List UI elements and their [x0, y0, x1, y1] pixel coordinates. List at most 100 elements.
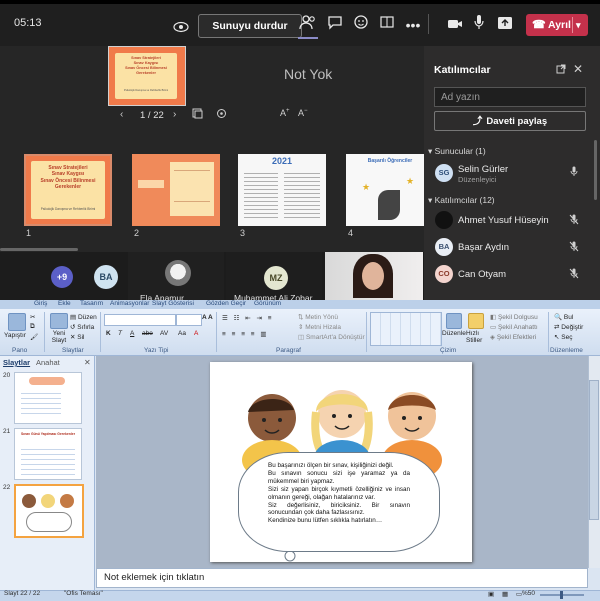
- participants-icon[interactable]: [297, 14, 319, 36]
- ribbon-tab[interactable]: Giriş: [34, 300, 47, 307]
- font-size-select[interactable]: [176, 314, 202, 326]
- copy-icon[interactable]: ⧉: [30, 323, 35, 331]
- microphone-icon[interactable]: [468, 14, 490, 36]
- grow-font-icon[interactable]: A A: [202, 314, 213, 321]
- close-pane-icon[interactable]: ✕: [84, 358, 91, 367]
- more-options-icon[interactable]: •••: [402, 14, 424, 36]
- chevron-down-icon[interactable]: ▾: [576, 14, 581, 36]
- slide-thumbnail-2[interactable]: [132, 154, 220, 226]
- italic-icon[interactable]: T: [118, 330, 122, 337]
- participant-search-input[interactable]: Ad yazın: [434, 87, 586, 107]
- bold-icon[interactable]: K: [106, 330, 111, 337]
- thumbnail-number: 2: [134, 228, 140, 238]
- slides-tab[interactable]: Slaytlar: [3, 358, 30, 367]
- new-slide-icon[interactable]: [50, 313, 68, 329]
- next-slide-icon[interactable]: ›: [173, 109, 176, 120]
- ribbon-tab[interactable]: Gözden Geçir: [206, 300, 246, 307]
- laser-pointer-icon[interactable]: [216, 108, 227, 122]
- shape-outline-button[interactable]: ▭ Şekil Anahattı: [490, 323, 538, 331]
- overflow-participants-avatar[interactable]: +9: [51, 266, 73, 288]
- font-larger-icon[interactable]: A+: [280, 108, 290, 118]
- slide-overview-icon[interactable]: [192, 108, 203, 122]
- change-case-icon[interactable]: Aa: [178, 330, 186, 337]
- share-invite-button[interactable]: ⤴ Daveti paylaş: [434, 111, 586, 131]
- slide-thumbnail-selected[interactable]: [14, 484, 84, 538]
- layout-button[interactable]: ▤ Düzen: [70, 313, 97, 321]
- ribbon-tab[interactable]: Animasyonlar: [110, 300, 149, 307]
- quick-styles-icon[interactable]: [468, 313, 484, 329]
- participant-avatar: SG: [435, 164, 453, 182]
- chat-icon[interactable]: [324, 14, 346, 36]
- slide-thumbnail-3[interactable]: 2021: [238, 154, 326, 226]
- cut-icon[interactable]: ✂: [30, 313, 35, 321]
- mic-muted-icon[interactable]: [569, 214, 579, 228]
- align-text-button[interactable]: ⇕ Metni Hizala: [298, 323, 341, 331]
- ribbon-tab[interactable]: Görünüm: [254, 300, 281, 307]
- pop-out-icon[interactable]: [556, 64, 566, 77]
- reactions-icon[interactable]: [350, 14, 372, 36]
- participant-avatar[interactable]: MZ: [264, 266, 288, 290]
- ribbon-tab[interactable]: Ekle: [58, 300, 71, 307]
- rooms-icon[interactable]: [376, 14, 398, 36]
- slide-thumbnail[interactable]: Sınav Günü Yapılması Gerekenler: [14, 428, 82, 480]
- presenters-header[interactable]: ▾ Sunucular (1): [428, 146, 486, 157]
- underline-icon[interactable]: A: [130, 330, 134, 337]
- participant-avatar: BA: [435, 238, 453, 256]
- new-slide-button[interactable]: Yeni Slayt: [46, 330, 72, 344]
- format-painter-icon[interactable]: 🖌: [30, 333, 38, 341]
- eye-icon[interactable]: [170, 17, 192, 39]
- strikethrough-icon[interactable]: abe: [142, 330, 153, 337]
- participant-role: Düzenleyici: [458, 175, 497, 184]
- shapes-gallery[interactable]: [370, 312, 442, 346]
- share-tray-icon[interactable]: [494, 14, 516, 36]
- arrange-button[interactable]: Düzenle: [442, 330, 466, 337]
- find-button[interactable]: 🔍 Bul: [554, 313, 573, 321]
- list-buttons[interactable]: ☰ ☷ ⇤ ⇥ ≡: [222, 314, 274, 322]
- camera-icon[interactable]: [444, 14, 466, 36]
- leave-meeting-button[interactable]: ☎ Ayrıl ▾: [526, 14, 588, 36]
- delete-button[interactable]: ✕ Sil: [70, 333, 85, 341]
- participant-avatar[interactable]: BA: [94, 265, 118, 289]
- thumb-bullets: [21, 389, 61, 417]
- arrange-icon[interactable]: [446, 313, 462, 329]
- font-smaller-icon[interactable]: A−: [298, 108, 308, 118]
- share-invite-label: Daveti paylaş: [486, 116, 548, 127]
- view-buttons[interactable]: ▣ ▦ ▭: [488, 590, 525, 598]
- mic-muted-icon[interactable]: [569, 268, 579, 282]
- slide-thumbnail-4[interactable]: Başarılı Öğrenciler ★ ★: [346, 154, 434, 226]
- slide-thumbnail[interactable]: [14, 372, 82, 424]
- paste-icon[interactable]: [8, 313, 26, 331]
- attendees-header[interactable]: ▾ Katılımcılar (12): [428, 195, 495, 206]
- font-color-icon[interactable]: A: [194, 330, 198, 337]
- prev-slide-icon[interactable]: ‹: [120, 109, 123, 120]
- scrollbar-thumb[interactable]: [589, 380, 599, 520]
- self-video-feed[interactable]: [325, 252, 423, 300]
- thumbnail-scrollbar[interactable]: [0, 248, 78, 251]
- select-button[interactable]: ↖ Seç: [554, 333, 572, 341]
- thumb-banner: [29, 377, 65, 385]
- slide-thumbnail-1[interactable]: Sınav Stratejileri Sınav Kaygısı Sınav Ö…: [24, 154, 112, 226]
- stop-sharing-button[interactable]: Sunuyu durdur: [198, 14, 302, 38]
- shape-effects-button[interactable]: ◈ Şekil Efektleri: [490, 333, 536, 341]
- font-family-select[interactable]: [104, 314, 176, 326]
- shape-fill-button[interactable]: ◧ Şekil Dolgusu: [490, 313, 538, 321]
- close-icon[interactable]: ✕: [573, 62, 583, 76]
- reset-button[interactable]: ↺ Sıfırla: [70, 323, 94, 331]
- shape-effects-label: Şekil Efektleri: [496, 334, 537, 341]
- current-slide-preview[interactable]: Sınav Stratejileri Sınav Kaygısı Sınav Ö…: [108, 46, 186, 106]
- panel-scrollbar[interactable]: [594, 140, 597, 200]
- slide-body-text[interactable]: Bu başarınızı ölçen bir sınav, kişiliğin…: [268, 462, 410, 525]
- smartart-button[interactable]: ◫ SmartArt'a Dönüştür: [298, 333, 365, 341]
- alignment-buttons[interactable]: ≡ ≡ ≡ ≡ ▥: [222, 330, 269, 338]
- ribbon-tab[interactable]: Tasarım: [80, 300, 103, 307]
- char-spacing-icon[interactable]: AV: [160, 330, 168, 337]
- quick-styles-button[interactable]: Hızlı Stiller: [466, 330, 484, 344]
- zoom-slider-thumb[interactable]: [560, 591, 563, 599]
- ribbon-tab[interactable]: Slayt Gösterisi: [152, 300, 194, 307]
- text-direction-button[interactable]: ⇅ Metin Yönü: [298, 313, 338, 321]
- microphone-icon[interactable]: [570, 166, 578, 180]
- mic-muted-icon[interactable]: [569, 241, 579, 255]
- outline-tab[interactable]: Anahat: [36, 358, 60, 367]
- paste-button[interactable]: Yapıştır: [4, 332, 26, 339]
- replace-button[interactable]: ⇄ Değiştir: [554, 323, 583, 331]
